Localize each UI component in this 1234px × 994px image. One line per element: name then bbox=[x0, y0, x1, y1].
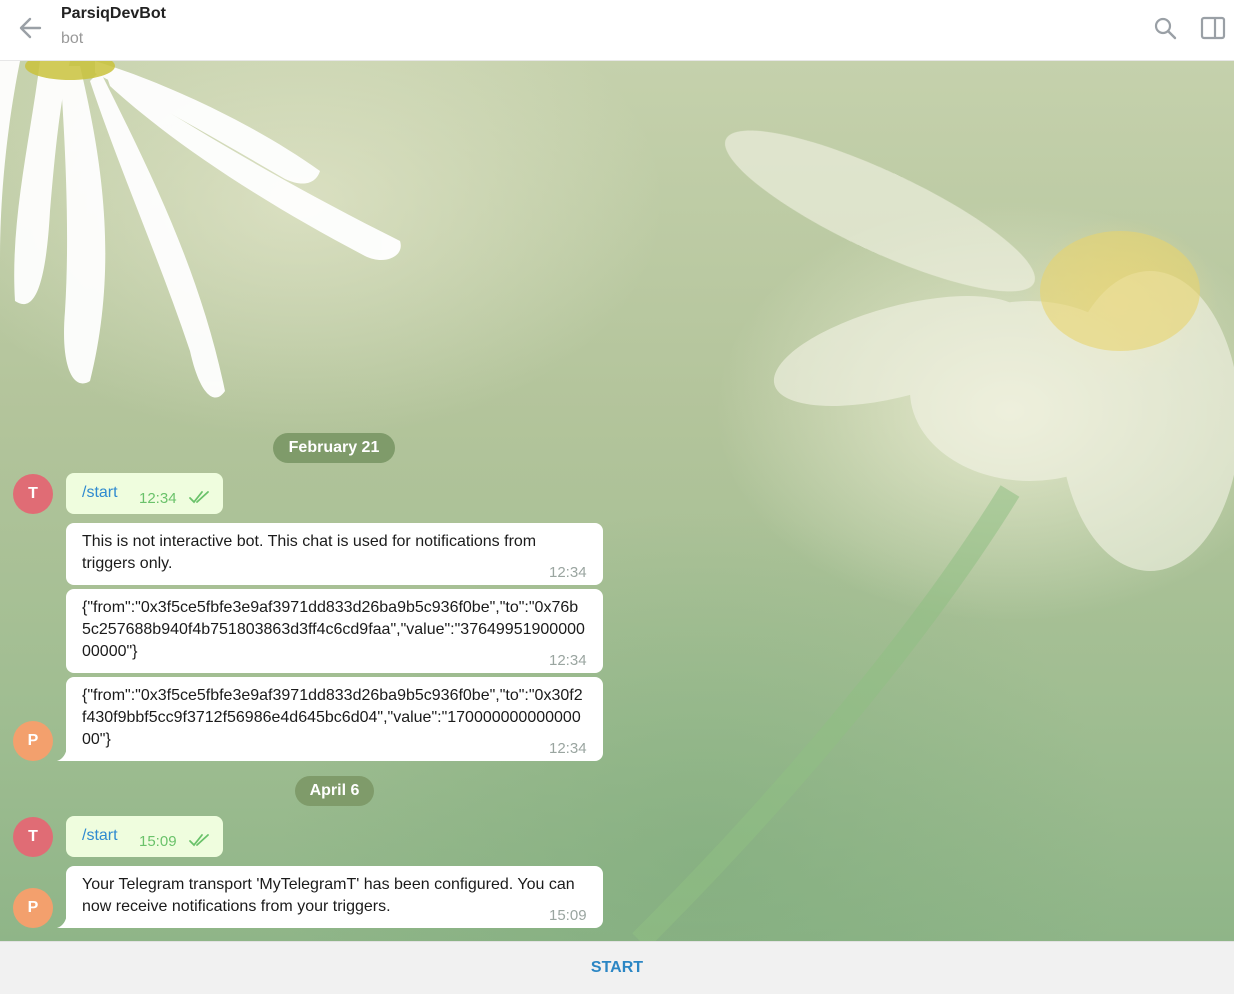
chat-subtitle: bot bbox=[61, 30, 84, 47]
message-text[interactable]: /start bbox=[82, 482, 118, 504]
back-arrow-icon[interactable] bbox=[14, 12, 46, 44]
chat-header: ParsiqDevBot bot bbox=[0, 0, 1234, 61]
bubble-tail bbox=[57, 914, 67, 928]
avatar[interactable]: P bbox=[13, 721, 53, 761]
bubble-tail bbox=[57, 747, 67, 761]
message-bubble-incoming[interactable]: {"from":"0x3f5ce5fbfe3e9af3971dd833d26ba… bbox=[66, 677, 603, 761]
message-text[interactable]: {"from":"0x3f5ce5fbfe3e9af3971dd833d26ba… bbox=[82, 685, 587, 751]
message-text[interactable]: {"from":"0x3f5ce5fbfe3e9af3971dd833d26ba… bbox=[82, 597, 587, 663]
message-time: 15:09 bbox=[549, 907, 587, 924]
message-time: 12:34 bbox=[549, 564, 587, 581]
message-time: 12:34 bbox=[549, 740, 587, 757]
chat-area[interactable]: February 21 T /start 12:34 This is not i… bbox=[0, 61, 1234, 941]
date-separator: April 6 bbox=[295, 776, 374, 806]
chat-title[interactable]: ParsiqDevBot bbox=[61, 5, 166, 23]
message-text[interactable]: This is not interactive bot. This chat i… bbox=[82, 531, 587, 575]
avatar[interactable]: P bbox=[13, 888, 53, 928]
double-check-icon bbox=[189, 834, 209, 847]
start-button[interactable]: START bbox=[0, 942, 1234, 994]
message-bubble-outgoing[interactable]: /start 15:09 bbox=[66, 816, 223, 857]
search-icon[interactable] bbox=[1150, 13, 1180, 43]
message-text[interactable]: /start bbox=[82, 825, 118, 847]
message-time: 15:09 bbox=[139, 833, 177, 850]
avatar[interactable]: T bbox=[13, 817, 53, 857]
message-text[interactable]: Your Telegram transport 'MyTelegramT' ha… bbox=[82, 874, 587, 918]
message-bubble-incoming[interactable]: This is not interactive bot. This chat i… bbox=[66, 523, 603, 585]
bottom-bar: START bbox=[0, 941, 1234, 994]
message-bubble-incoming[interactable]: {"from":"0x3f5ce5fbfe3e9af3971dd833d26ba… bbox=[66, 589, 603, 673]
message-time: 12:34 bbox=[139, 490, 177, 507]
message-bubble-incoming[interactable]: Your Telegram transport 'MyTelegramT' ha… bbox=[66, 866, 603, 928]
double-check-icon bbox=[189, 491, 209, 504]
message-time: 12:34 bbox=[549, 652, 587, 669]
avatar[interactable]: T bbox=[13, 474, 53, 514]
side-panel-icon[interactable] bbox=[1198, 13, 1230, 43]
message-bubble-outgoing[interactable]: /start 12:34 bbox=[66, 473, 223, 514]
date-separator: February 21 bbox=[273, 433, 395, 463]
